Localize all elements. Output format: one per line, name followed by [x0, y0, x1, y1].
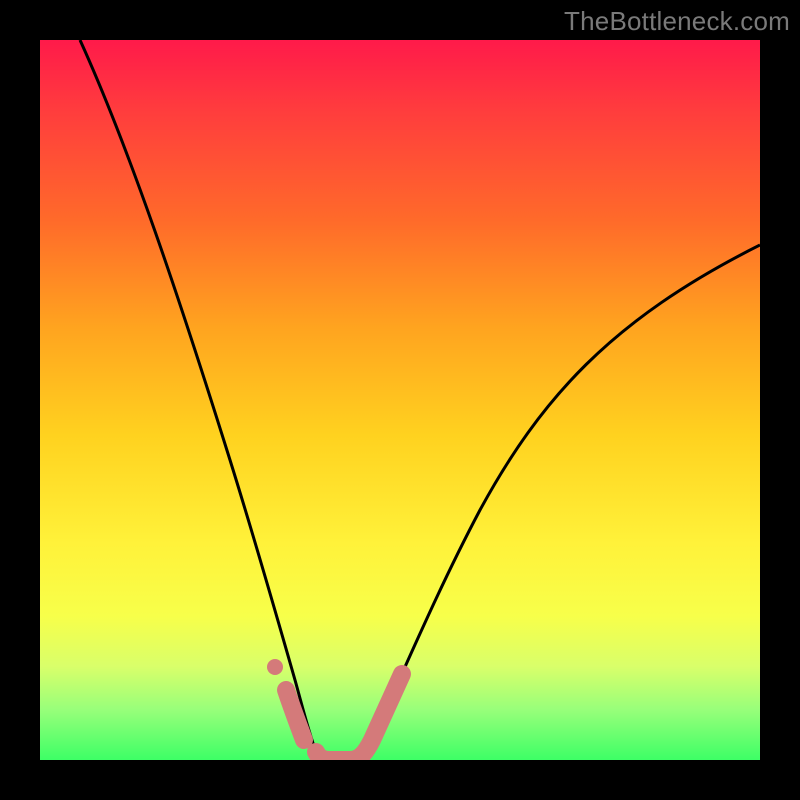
chart-frame: TheBottleneck.com [0, 0, 800, 800]
watermark-text: TheBottleneck.com [564, 6, 790, 37]
marker-dot-left [267, 659, 283, 675]
marker-segment-bottom [316, 674, 402, 760]
plot-area [40, 40, 760, 760]
bottleneck-curve [80, 40, 760, 760]
chart-svg [40, 40, 760, 760]
